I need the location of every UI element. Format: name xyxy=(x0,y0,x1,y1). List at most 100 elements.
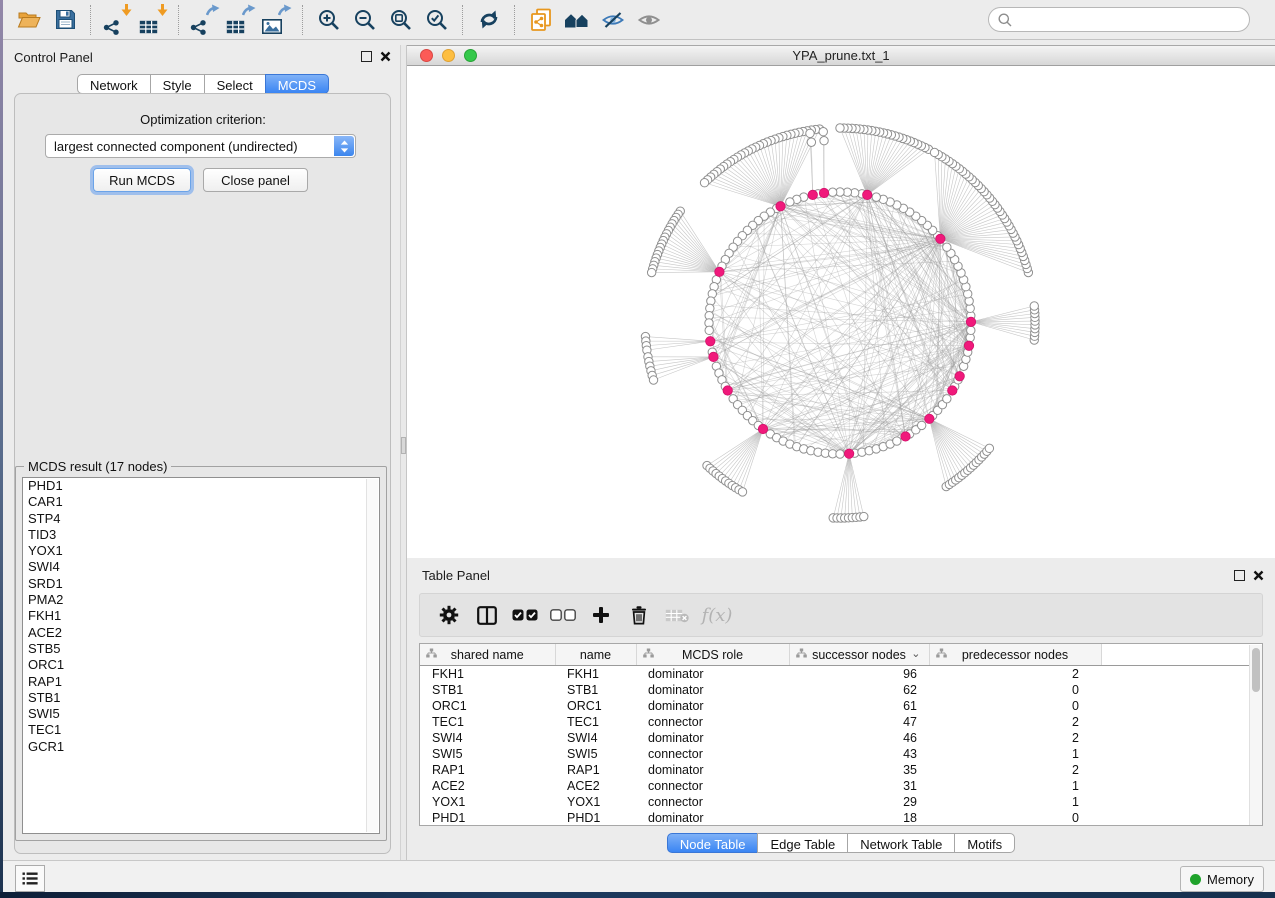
zoom-in-icon[interactable] xyxy=(311,3,347,37)
table-row[interactable]: PHD1PHD1dominator180 xyxy=(420,810,1262,826)
column-header-MCDS-role[interactable]: MCDS role xyxy=(636,644,789,666)
mcds-result-item[interactable]: SRD1 xyxy=(23,576,379,592)
tab-motifs[interactable]: Motifs xyxy=(954,833,1015,853)
zoom-selected-icon[interactable] xyxy=(419,3,455,37)
column-header-shared-name[interactable]: shared name xyxy=(420,644,555,666)
mcds-result-item[interactable]: ACE2 xyxy=(23,625,379,641)
zoom-fit-icon[interactable] xyxy=(383,3,419,37)
column-header-successor-nodes[interactable]: successor nodes⌄ xyxy=(789,644,929,666)
toolbar-separator xyxy=(302,5,304,35)
network-canvas[interactable] xyxy=(407,66,1275,558)
mcds-result-item[interactable]: STP4 xyxy=(23,511,379,527)
window-close-icon[interactable] xyxy=(420,49,433,62)
mcds-result-item[interactable]: PMA2 xyxy=(23,592,379,608)
tab-style[interactable]: Style xyxy=(150,74,205,94)
delete-column-icon[interactable] xyxy=(620,597,658,633)
table-panel-close-icon[interactable] xyxy=(1253,568,1264,586)
memory-button[interactable]: Memory xyxy=(1180,866,1264,892)
mcds-result-item[interactable]: STB5 xyxy=(23,641,379,657)
zoom-out-icon[interactable] xyxy=(347,3,383,37)
select-all-columns-icon[interactable] xyxy=(506,597,544,633)
node-table[interactable]: shared namenameMCDS rolesuccessor nodes⌄… xyxy=(419,643,1263,826)
mcds-result-item[interactable]: TEC1 xyxy=(23,722,379,738)
table-scrollbar-thumb[interactable] xyxy=(1252,648,1260,692)
vertical-splitter[interactable] xyxy=(400,45,407,860)
splitter-grip[interactable] xyxy=(401,437,406,454)
table-row[interactable]: SWI4SWI4dominator462 xyxy=(420,730,1262,746)
add-column-icon[interactable] xyxy=(582,597,620,633)
column-header-name[interactable]: name xyxy=(555,644,636,666)
mcds-result-item[interactable]: STB1 xyxy=(23,690,379,706)
mcds-result-list[interactable]: PHD1CAR1STP4TID3YOX1SWI4SRD1PMA2FKH1ACE2… xyxy=(22,477,380,834)
table-options-icon[interactable] xyxy=(430,597,468,633)
mcds-result-item[interactable]: YOX1 xyxy=(23,543,379,559)
network-graph[interactable] xyxy=(407,66,1275,558)
table-cell: 2 xyxy=(929,730,1101,746)
network-window-titlebar[interactable]: YPA_prune.txt_1 xyxy=(407,45,1275,66)
table-panel-float-icon[interactable] xyxy=(1234,570,1245,581)
show-all-icon[interactable] xyxy=(631,3,667,37)
mcds-result-item[interactable]: PHD1 xyxy=(23,478,379,494)
mcds-result-item[interactable]: SWI4 xyxy=(23,559,379,575)
control-panel-float-icon[interactable] xyxy=(361,51,372,62)
table-cell: 31 xyxy=(789,778,929,794)
tab-network[interactable]: Network xyxy=(77,74,151,94)
mcds-result-item[interactable]: GCR1 xyxy=(23,739,379,755)
mcds-result-item[interactable]: TID3 xyxy=(23,527,379,543)
table-cell: STB1 xyxy=(555,682,636,698)
table-row[interactable]: YOX1YOX1connector291 xyxy=(420,794,1262,810)
hide-selected-icon[interactable] xyxy=(595,3,631,37)
tab-node-table[interactable]: Node Table xyxy=(667,833,759,853)
table-cell: connector xyxy=(636,794,789,810)
search-field[interactable] xyxy=(988,7,1250,32)
table-row[interactable]: SWI5SWI5connector431 xyxy=(420,746,1262,762)
criterion-dropdown[interactable]: largest connected component (undirected) xyxy=(45,134,356,158)
show-columns-icon[interactable] xyxy=(468,597,506,633)
function-builder-icon[interactable]: f(x) xyxy=(696,597,734,633)
window-zoom-icon[interactable] xyxy=(464,49,477,62)
delete-table-icon[interactable] xyxy=(658,597,696,633)
memory-status-icon xyxy=(1190,874,1201,885)
table-scrollbar[interactable] xyxy=(1249,645,1262,825)
open-file-icon[interactable] xyxy=(11,3,47,37)
table-row[interactable]: ORC1ORC1dominator610 xyxy=(420,698,1262,714)
table-row[interactable]: FKH1FKH1dominator962 xyxy=(420,666,1262,683)
window-minimize-icon[interactable] xyxy=(442,49,455,62)
mcds-list-scrollbar[interactable] xyxy=(366,479,378,832)
table-cell: 1 xyxy=(929,794,1101,810)
import-network-icon[interactable] xyxy=(99,3,135,37)
run-mcds-button[interactable]: Run MCDS xyxy=(93,168,191,192)
table-cell: 1 xyxy=(929,778,1101,794)
table-cell: ACE2 xyxy=(555,778,636,794)
column-header-predecessor-nodes[interactable]: predecessor nodes xyxy=(929,644,1101,666)
mcds-result-item[interactable]: ORC1 xyxy=(23,657,379,673)
refresh-icon[interactable] xyxy=(471,3,507,37)
task-history-button[interactable] xyxy=(15,865,45,892)
tab-mcds[interactable]: MCDS xyxy=(265,74,329,94)
table-panel-toolbar: f(x) xyxy=(419,593,1263,637)
duplicate-network-icon[interactable] xyxy=(523,3,559,37)
save-session-icon[interactable] xyxy=(47,3,83,37)
tab-edge-table[interactable]: Edge Table xyxy=(757,833,848,853)
control-panel-close-icon[interactable] xyxy=(380,49,391,67)
export-image-icon[interactable] xyxy=(259,3,295,37)
mcds-result-item[interactable]: RAP1 xyxy=(23,674,379,690)
table-cell: 62 xyxy=(789,682,929,698)
mcds-result-item[interactable]: SWI5 xyxy=(23,706,379,722)
table-row[interactable]: ACE2ACE2connector311 xyxy=(420,778,1262,794)
export-table-icon[interactable] xyxy=(223,3,259,37)
table-row[interactable]: RAP1RAP1dominator352 xyxy=(420,762,1262,778)
export-network-icon[interactable] xyxy=(187,3,223,37)
mcds-result-item[interactable]: FKH1 xyxy=(23,608,379,624)
import-table-icon[interactable] xyxy=(135,3,171,37)
table-row[interactable]: STB1STB1dominator620 xyxy=(420,682,1262,698)
tab-select[interactable]: Select xyxy=(204,74,266,94)
mcds-result-item[interactable]: CAR1 xyxy=(23,494,379,510)
first-neighbors-icon[interactable] xyxy=(559,3,595,37)
table-row[interactable]: TEC1TEC1connector472 xyxy=(420,714,1262,730)
search-input[interactable] xyxy=(1017,11,1236,28)
close-panel-button[interactable]: Close panel xyxy=(203,168,308,192)
unselect-all-columns-icon[interactable] xyxy=(544,597,582,633)
tab-network-table[interactable]: Network Table xyxy=(847,833,955,853)
control-panel-tabs: NetworkStyleSelectMCDS xyxy=(3,74,403,94)
